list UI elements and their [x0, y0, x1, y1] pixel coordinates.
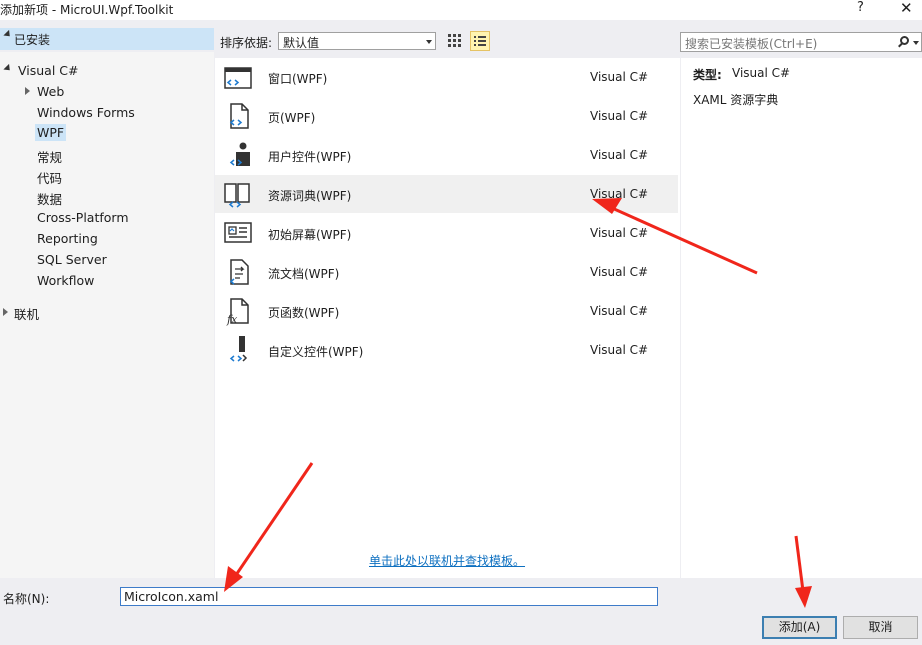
search-icon[interactable] — [900, 36, 909, 45]
template-description: XAML 资源字典 — [693, 93, 779, 107]
template-item[interactable]: 用户控件(WPF) Visual C# — [215, 136, 680, 174]
expand-arrow-icon — [3, 29, 13, 40]
template-item[interactable]: 自定义控件(WPF) Visual C# — [215, 331, 680, 369]
close-button[interactable]: ✕ — [900, 0, 913, 17]
sort-label: 排序依据: — [220, 36, 273, 50]
template-language: Visual C# — [590, 265, 649, 279]
tree-item-windows-forms[interactable]: Windows Forms — [37, 105, 135, 120]
template-name: 流文档(WPF) — [268, 267, 340, 281]
template-name: 自定义控件(WPF) — [268, 345, 364, 359]
template-item[interactable]: 页(WPF) Visual C# — [215, 97, 680, 135]
template-name: 页函数(WPF) — [268, 306, 340, 320]
custom-control-icon — [223, 335, 253, 365]
collapse-arrow-icon[interactable] — [25, 87, 30, 95]
template-list: 窗口(WPF) Visual C# 页(WPF) Visual C# 用户控件(… — [215, 58, 680, 578]
template-name: 页(WPF) — [268, 111, 316, 125]
flow-document-icon — [223, 257, 253, 287]
tree-item-data[interactable]: 数据 — [37, 189, 62, 208]
tree-item-reporting[interactable]: Reporting — [37, 231, 98, 246]
add-button[interactable]: 添加(A) — [762, 616, 837, 639]
window-icon — [223, 62, 253, 92]
sort-dropdown[interactable]: 默认值 — [278, 32, 436, 50]
template-language: Visual C# — [590, 148, 649, 162]
chevron-down-icon[interactable] — [913, 41, 919, 45]
name-label: 名称(N): — [3, 592, 50, 606]
title-bar: 添加新项 - MicroUI.Wpf.Toolkit ? ✕ — [0, 0, 922, 20]
tree-item-sql-server[interactable]: SQL Server — [37, 252, 107, 267]
tree-item-visual-csharp[interactable]: Visual C# — [18, 63, 79, 78]
details-panel: 类型: Visual C# XAML 资源字典 — [681, 58, 922, 578]
template-item[interactable]: 资源词典(WPF) Visual C# — [215, 175, 678, 213]
tree-item-general[interactable]: 常规 — [37, 147, 62, 166]
sort-value: 默认值 — [283, 36, 320, 50]
cancel-button[interactable]: 取消 — [843, 616, 918, 639]
template-name: 窗口(WPF) — [268, 72, 328, 86]
template-name: 初始屏幕(WPF) — [268, 228, 352, 242]
type-label: 类型: — [693, 68, 722, 82]
template-item[interactable]: 流文档(WPF) Visual C# — [215, 253, 680, 291]
template-item[interactable]: 初始屏幕(WPF) Visual C# — [215, 214, 680, 252]
template-name: 用户控件(WPF) — [268, 150, 352, 164]
template-name: 资源词典(WPF) — [268, 189, 352, 203]
tree-item-workflow[interactable]: Workflow — [37, 273, 94, 288]
template-language: Visual C# — [590, 187, 649, 201]
tree-item-web[interactable]: Web — [37, 84, 64, 99]
page-function-icon: fx — [223, 296, 253, 326]
template-item[interactable]: 窗口(WPF) Visual C# — [215, 58, 680, 96]
template-language: Visual C# — [590, 343, 649, 357]
dropdown-arrow-icon — [426, 40, 432, 44]
template-language: Visual C# — [590, 70, 649, 84]
splash-screen-icon — [223, 218, 253, 248]
template-item[interactable]: fx 页函数(WPF) Visual C# — [215, 292, 680, 330]
template-language: Visual C# — [590, 109, 649, 123]
template-tree: Visual C# Web Windows Forms WPF 常规 代码 数据… — [0, 52, 214, 578]
template-language: Visual C# — [590, 226, 649, 240]
tree-item-cross-platform[interactable]: Cross-Platform — [37, 210, 129, 225]
installed-header[interactable]: 已安装 — [0, 28, 214, 50]
tree-item-wpf[interactable]: WPF — [35, 124, 67, 141]
expand-arrow-icon[interactable] — [3, 63, 13, 74]
online-templates-link[interactable]: 单击此处以联机并查找模板。 — [369, 552, 525, 569]
name-field[interactable]: MicroIcon.xaml — [120, 587, 658, 606]
search-input[interactable]: 搜索已安装模板(Ctrl+E) — [680, 32, 922, 52]
installed-label: 已安装 — [14, 33, 51, 47]
collapse-arrow-icon[interactable] — [3, 308, 8, 316]
tree-item-code[interactable]: 代码 — [37, 168, 62, 187]
window-title: 添加新项 - MicroUI.Wpf.Toolkit — [0, 3, 174, 17]
grid-view-button[interactable] — [445, 31, 465, 51]
user-control-icon — [223, 140, 253, 170]
resource-dictionary-icon — [223, 179, 253, 209]
page-icon — [223, 101, 253, 131]
list-view-button[interactable] — [470, 31, 490, 51]
template-language: Visual C# — [590, 304, 649, 318]
tree-item-online[interactable]: 联机 — [14, 304, 39, 323]
type-value: Visual C# — [732, 66, 791, 80]
help-button[interactable]: ? — [857, 0, 864, 15]
svg-text:fx: fx — [226, 313, 238, 326]
search-placeholder: 搜索已安装模板(Ctrl+E) — [685, 37, 818, 51]
